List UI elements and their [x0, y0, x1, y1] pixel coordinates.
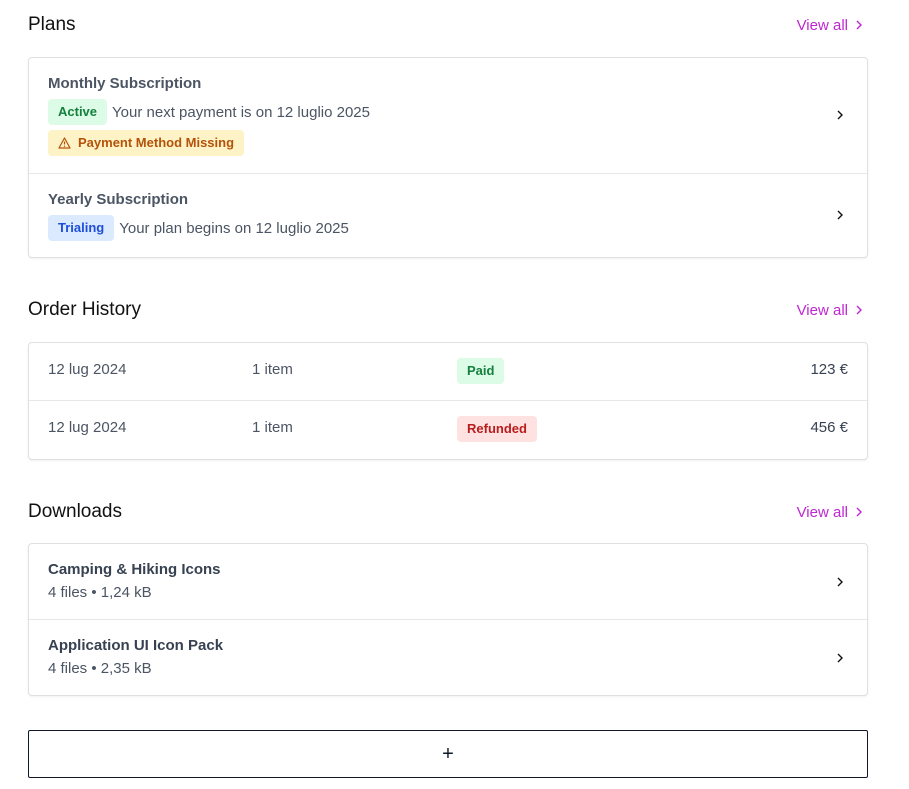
orders-title: Order History [28, 299, 141, 320]
plan-name: Monthly Subscription [48, 75, 202, 92]
download-row[interactable]: Camping & Hiking Icons 4 files • 1,24 kB [29, 544, 867, 620]
plans-view-all-link[interactable]: View all [797, 17, 868, 34]
order-amount: 456 € [810, 419, 848, 436]
order-amount: 123 € [810, 361, 848, 378]
view-all-label: View all [796, 503, 848, 521]
downloads-title: Downloads [28, 501, 122, 522]
download-name: Camping & Hiking Icons [48, 561, 221, 578]
chevron-right-icon [837, 210, 843, 220]
status-badge-refunded: Refunded [457, 416, 537, 442]
view-all-label: View all [796, 301, 848, 319]
chevron-right-icon [856, 20, 862, 30]
view-all-label: View all [796, 16, 848, 34]
order-items: 1 item [252, 361, 293, 378]
plan-description: Your next payment is on 12 luglio 2025 [112, 103, 370, 121]
plan-row-yearly[interactable]: Yearly Subscription Trialing Your plan b… [29, 174, 867, 258]
plans-header: Plans View all [28, 12, 868, 38]
plus-icon: + [442, 743, 454, 765]
order-date: 12 lug 2024 [48, 361, 127, 378]
chevron-right-icon [837, 577, 843, 587]
order-date: 12 lug 2024 [48, 419, 127, 436]
downloads-header: Downloads View all [28, 499, 868, 525]
status-badge-paid: Paid [457, 358, 505, 384]
download-row[interactable]: Application UI Icon Pack 4 files • 2,35 … [29, 620, 867, 696]
add-button[interactable]: + [28, 730, 868, 778]
chevron-right-icon [856, 507, 862, 517]
plan-name: Yearly Subscription [48, 191, 189, 208]
orders-view-all-link[interactable]: View all [797, 302, 868, 319]
plans-title: Plans [28, 14, 76, 35]
order-items: 1 item [252, 419, 293, 436]
downloads-view-all-link[interactable]: View all [797, 504, 868, 521]
order-row[interactable]: 12 lug 2024 1 item Paid 123 € [29, 343, 867, 401]
payment-warning-badge: Payment Method Missing [48, 130, 245, 156]
chevron-right-icon [837, 653, 843, 663]
download-meta: 4 files • 2,35 kB [48, 660, 152, 677]
orders-card: 12 lug 2024 1 item Paid 123 € 12 lug 202… [28, 342, 868, 460]
warning-label: Payment Method Missing [78, 135, 235, 150]
orders-header: Order History View all [28, 297, 868, 323]
download-name: Application UI Icon Pack [48, 637, 224, 654]
warning-triangle-icon [58, 137, 71, 149]
plan-description: Your plan begins on 12 luglio 2025 [119, 219, 349, 237]
chevron-right-icon [837, 110, 843, 120]
plan-row-monthly[interactable]: Monthly Subscription Active Your next pa… [29, 58, 867, 174]
status-badge-trialing: Trialing [48, 215, 115, 241]
downloads-card: Camping & Hiking Icons 4 files • 1,24 kB… [28, 543, 868, 696]
download-meta: 4 files • 1,24 kB [48, 584, 152, 601]
status-badge-active: Active [48, 99, 108, 125]
plans-card: Monthly Subscription Active Your next pa… [28, 57, 868, 258]
order-row[interactable]: 12 lug 2024 1 item Refunded 456 € [29, 401, 867, 459]
chevron-right-icon [856, 305, 862, 315]
